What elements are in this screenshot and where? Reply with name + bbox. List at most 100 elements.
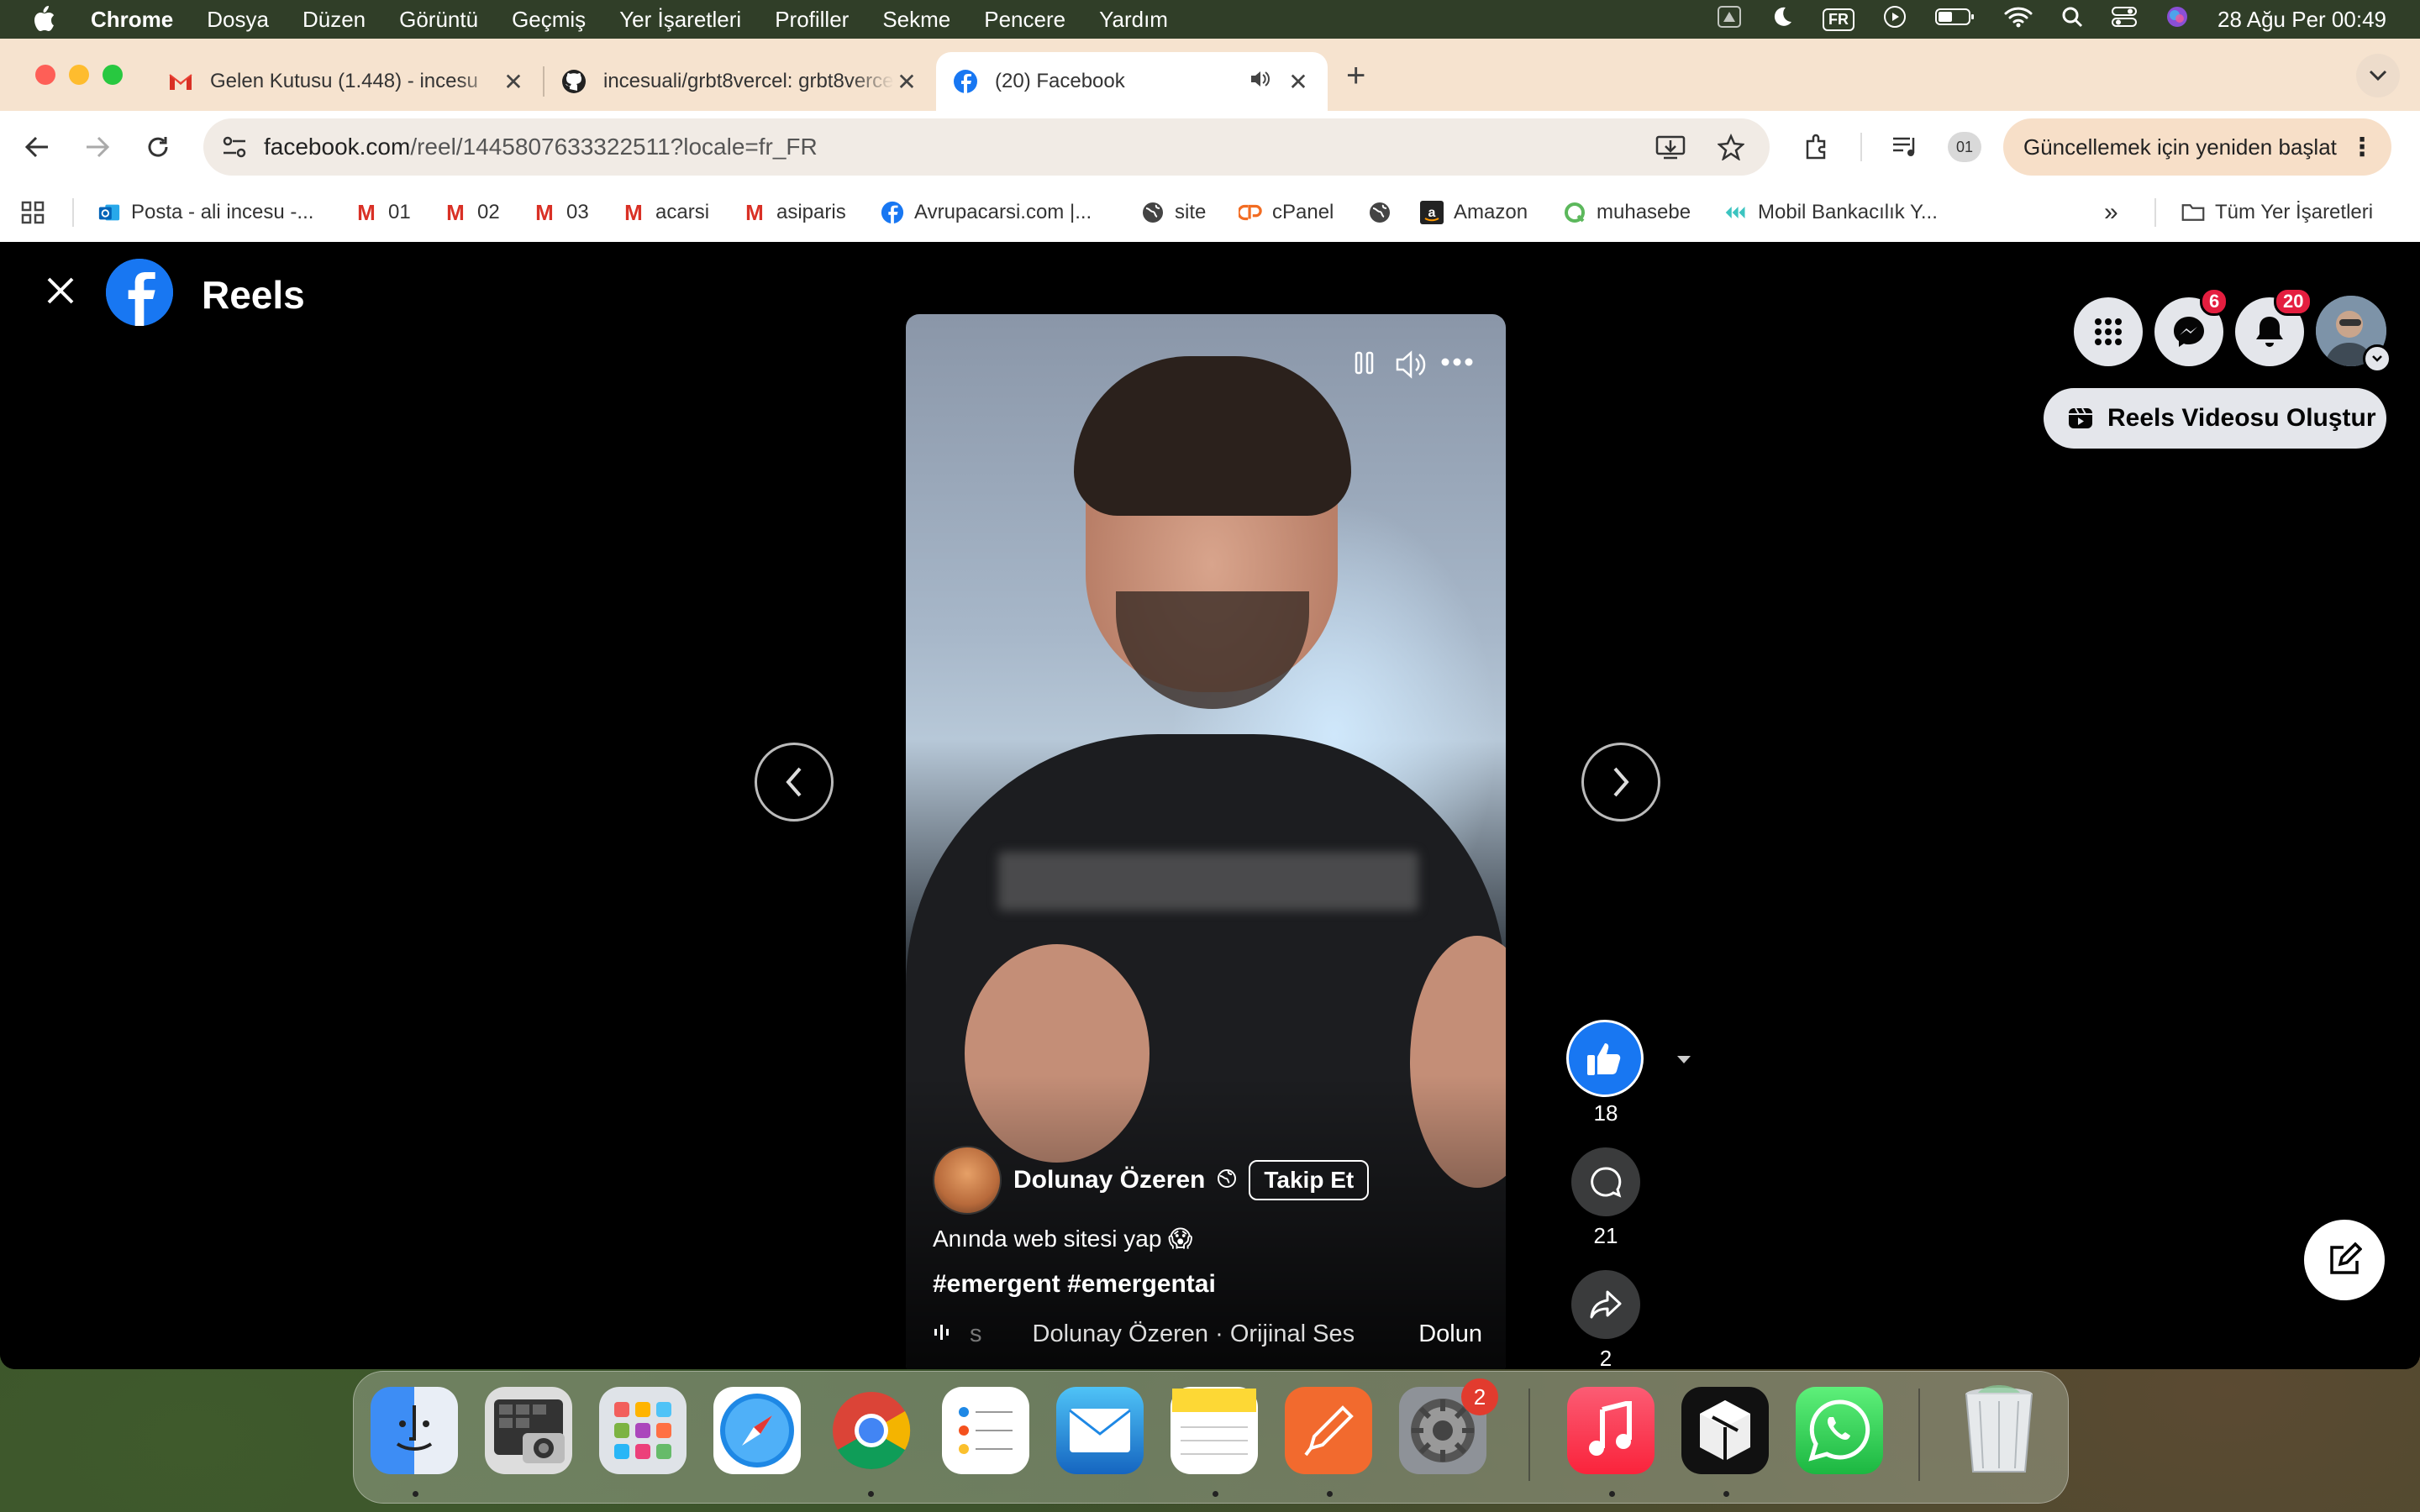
- tab-gmail[interactable]: Gelen Kutusu (1.448) - incesu ✕: [151, 52, 543, 111]
- facebook-logo-icon[interactable]: [106, 259, 173, 326]
- media-control-icon[interactable]: [1889, 130, 1923, 164]
- menu-file[interactable]: Dosya: [207, 7, 269, 33]
- tab-facebook[interactable]: (20) Facebook ✕: [936, 52, 1328, 111]
- install-app-icon[interactable]: [1655, 134, 1686, 165]
- share-icon: [1590, 1290, 1622, 1319]
- trash-icon[interactable]: [1955, 1385, 2043, 1474]
- menu-tab[interactable]: Sekme: [882, 7, 950, 33]
- next-reel-button[interactable]: [1581, 743, 1660, 822]
- likes-count: 18: [1593, 1100, 1618, 1126]
- audio-row[interactable]: s Dolunay Özeren · Orijinal Ses Dolun: [933, 1320, 1487, 1348]
- bookmark-star-icon[interactable]: [1717, 133, 1745, 165]
- bookmark-item[interactable]: Avrupacarsi.com |...: [881, 183, 1092, 242]
- comment-button[interactable]: [1571, 1147, 1640, 1216]
- whatsapp-icon[interactable]: [1796, 1387, 1883, 1474]
- account-menu-chevron-icon[interactable]: [2363, 344, 2391, 373]
- mail-icon[interactable]: [1056, 1387, 1144, 1474]
- create-reels-button[interactable]: Reels Videosu Oluştur: [2044, 388, 2386, 449]
- safari-icon[interactable]: [713, 1387, 801, 1474]
- notes-icon[interactable]: [1171, 1387, 1258, 1474]
- bookmark-item[interactable]: M 02: [444, 183, 500, 242]
- close-window-button[interactable]: [35, 65, 55, 85]
- forward-button[interactable]: [81, 130, 114, 164]
- menubar-clock[interactable]: 28 Ağu Per 00:49: [2217, 7, 2386, 33]
- wifi-icon[interactable]: [2004, 6, 2033, 34]
- menu-window[interactable]: Pencere: [984, 7, 1065, 33]
- bookmark-item[interactable]: cPanel: [1239, 183, 1334, 242]
- author-name[interactable]: Dolunay Özeren: [1013, 1166, 1205, 1194]
- image-capture-icon[interactable]: [485, 1387, 572, 1474]
- new-tab-button[interactable]: +: [1346, 57, 1365, 111]
- close-tab-icon[interactable]: ✕: [501, 68, 526, 96]
- apps-grid-icon[interactable]: [20, 183, 45, 242]
- bookmark-item[interactable]: M 03: [533, 183, 589, 242]
- extensions-icon[interactable]: [1800, 130, 1833, 164]
- bookmark-item[interactable]: site: [1141, 183, 1206, 242]
- menu-app-name[interactable]: Chrome: [91, 7, 173, 33]
- menu-grid-button[interactable]: [2074, 297, 2143, 366]
- zoom-window-button[interactable]: [103, 65, 123, 85]
- apple-icon[interactable]: [32, 6, 66, 33]
- profile-button[interactable]: 01: [1948, 132, 1981, 162]
- reel-video[interactable]: Dolunay Özeren Takip Et Anında web sites…: [906, 314, 1506, 1369]
- cube-app-icon[interactable]: [1681, 1387, 1769, 1474]
- close-tab-icon[interactable]: ✕: [894, 68, 919, 96]
- paw-icon[interactable]: [1285, 1387, 1372, 1474]
- share-button[interactable]: [1571, 1270, 1640, 1339]
- pause-button[interactable]: [1353, 349, 1376, 381]
- bookmark-item[interactable]: M 01: [355, 183, 411, 242]
- tab-title: Gelen Kutusu (1.448) - incesu: [210, 70, 478, 92]
- control-center-icon[interactable]: [2112, 6, 2138, 34]
- input-source-badge[interactable]: FR: [1823, 8, 1855, 31]
- bookmark-item[interactable]: a Amazon: [1420, 183, 1528, 242]
- reel-hashtags[interactable]: #emergent #emergentai: [933, 1270, 1216, 1299]
- menu-profiles[interactable]: Profiller: [775, 7, 849, 33]
- moon-icon[interactable]: [1770, 5, 1794, 34]
- bookmark-item[interactable]: Macarsi: [622, 183, 709, 242]
- all-bookmarks-button[interactable]: Tüm Yer İşaretleri: [2181, 183, 2373, 242]
- bookmark-item[interactable]: Posta - ali incesu -...: [97, 183, 313, 242]
- reminders-icon[interactable]: [942, 1387, 1029, 1474]
- previous-reel-button[interactable]: [755, 743, 834, 822]
- menu-edit[interactable]: Düzen: [302, 7, 366, 33]
- close-icon[interactable]: [44, 274, 77, 307]
- address-bar[interactable]: facebook.com/reel/1445807633322511?local…: [203, 118, 1770, 176]
- like-button[interactable]: [1566, 1020, 1644, 1097]
- back-button[interactable]: [20, 130, 54, 164]
- launchpad-icon[interactable]: [599, 1387, 687, 1474]
- chrome-icon[interactable]: [828, 1387, 915, 1474]
- tab-github[interactable]: incesuali/grbt8vercel: grbt8vercel ✕: [544, 52, 936, 111]
- spotlight-icon[interactable]: [2061, 6, 2083, 34]
- menu-view[interactable]: Görüntü: [399, 7, 478, 33]
- menu-history[interactable]: Geçmiş: [512, 7, 586, 33]
- bookmark-item[interactable]: Mobil Bankacılık Y...: [1724, 183, 1938, 242]
- author-avatar[interactable]: [933, 1146, 1002, 1215]
- more-menu-icon[interactable]: ⋮: [2349, 133, 2375, 162]
- url-text[interactable]: facebook.com/reel/1445807633322511?local…: [264, 134, 818, 160]
- bookmark-item[interactable]: muhasebe: [1563, 183, 1691, 242]
- new-message-button[interactable]: [2304, 1220, 2385, 1300]
- speaker-icon[interactable]: [1249, 69, 1270, 95]
- bookmarks-overflow-button[interactable]: »: [2104, 183, 2118, 242]
- site-settings-icon[interactable]: [222, 135, 247, 163]
- minimize-window-button[interactable]: [69, 65, 89, 85]
- drive-icon[interactable]: [1717, 5, 1742, 34]
- siri-icon[interactable]: [2165, 5, 2189, 34]
- bookmark-item[interactable]: [1368, 183, 1402, 242]
- bookmark-item[interactable]: Masiparis: [743, 183, 846, 242]
- finder-icon[interactable]: [371, 1387, 458, 1474]
- more-options-button[interactable]: [1440, 356, 1474, 371]
- music-icon[interactable]: [1567, 1387, 1655, 1474]
- menu-help[interactable]: Yardım: [1099, 7, 1168, 33]
- menu-bookmarks[interactable]: Yer İşaretleri: [619, 7, 741, 33]
- tab-search-button[interactable]: [2356, 54, 2400, 97]
- grid-icon: [2095, 318, 2122, 345]
- follow-button[interactable]: Takip Et: [1249, 1160, 1370, 1200]
- relaunch-update-button[interactable]: Güncellemek için yeniden başlat ⋮: [2003, 118, 2391, 176]
- play-icon[interactable]: [1883, 5, 1907, 34]
- close-tab-icon[interactable]: ✕: [1286, 68, 1311, 96]
- battery-icon[interactable]: [1935, 7, 1975, 33]
- volume-button[interactable]: [1395, 349, 1428, 384]
- reactions-dropdown-icon[interactable]: [1676, 1053, 1692, 1068]
- reload-button[interactable]: [141, 130, 175, 164]
